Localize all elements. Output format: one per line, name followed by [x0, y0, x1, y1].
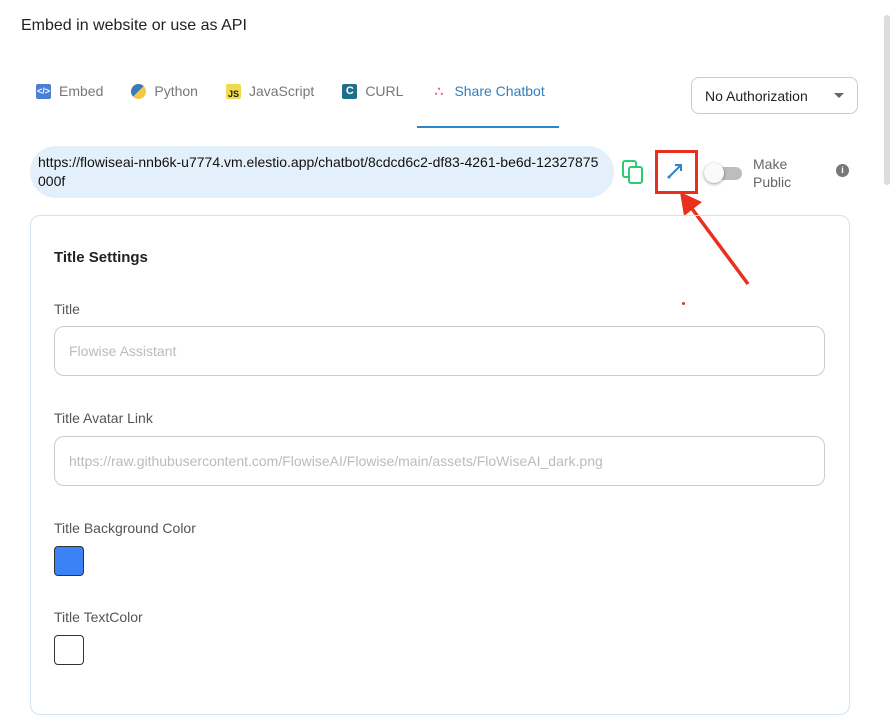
tab-bar: </> Embed Python JS JavaScript C CURL ∴ Shar…: [22, 70, 560, 128]
authorization-select[interactable]: No Authorization: [691, 77, 858, 114]
info-icon[interactable]: i: [836, 164, 849, 177]
tab-label: Embed: [59, 83, 104, 99]
make-public-toggle[interactable]: [704, 163, 742, 183]
bg-color-swatch[interactable]: [54, 546, 84, 576]
red-dot: [682, 302, 685, 305]
avatar-placeholder: https://raw.githubusercontent.com/Flowis…: [69, 453, 603, 469]
title-placeholder: Flowise Assistant: [69, 343, 177, 359]
chevron-down-icon: [834, 93, 844, 98]
tab-share-chatbot[interactable]: ∴ Share Chatbot: [417, 70, 560, 128]
tab-curl[interactable]: C CURL: [328, 70, 417, 112]
avatar-link-label: Title Avatar Link: [54, 410, 153, 426]
tab-label: CURL: [365, 83, 404, 99]
dialog-title: Embed in website or use as API: [21, 17, 247, 34]
python-icon: [131, 83, 147, 99]
tab-python[interactable]: Python: [117, 70, 212, 112]
share-icon: ∴: [434, 82, 444, 99]
section-heading: Title Settings: [54, 249, 148, 266]
title-label: Title: [54, 301, 80, 317]
code-icon: </>: [36, 83, 51, 99]
scrollbar[interactable]: [884, 15, 890, 185]
make-public-label: Make Public: [753, 156, 792, 190]
tab-javascript[interactable]: JS JavaScript: [212, 70, 328, 112]
authorization-value: No Authorization: [705, 87, 808, 104]
text-color-label: Title TextColor: [54, 609, 143, 625]
tab-embed[interactable]: </> Embed: [22, 70, 117, 112]
title-input[interactable]: Flowise Assistant: [54, 326, 825, 376]
javascript-icon: JS: [225, 83, 241, 99]
tab-label: JavaScript: [248, 83, 315, 99]
tab-label: Share Chatbot: [454, 83, 545, 99]
text-color-swatch[interactable]: [54, 635, 84, 665]
share-url: https://flowiseai-nnb6k-u7774.vm.elestio…: [30, 146, 614, 198]
open-link-icon[interactable]: [666, 162, 684, 180]
curl-icon: C: [342, 83, 358, 99]
copy-icon[interactable]: [622, 160, 644, 184]
avatar-link-input[interactable]: https://raw.githubusercontent.com/Flowis…: [54, 436, 825, 486]
tab-label: Python: [154, 83, 198, 99]
bg-color-label: Title Background Color: [54, 520, 196, 536]
